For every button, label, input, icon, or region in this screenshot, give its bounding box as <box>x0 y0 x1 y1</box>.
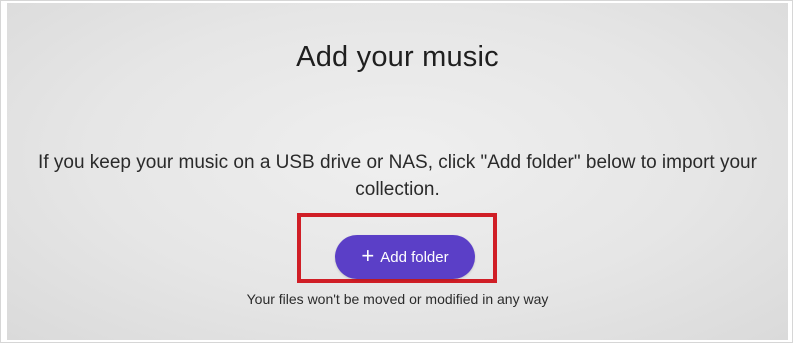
add-folder-label: Add folder <box>380 248 449 266</box>
page-title: Add your music <box>296 41 499 73</box>
files-safe-note: Your files won't be moved or modified in… <box>246 291 549 307</box>
add-music-screen: Add your music If you keep your music on… <box>7 3 788 340</box>
plus-icon: + <box>361 243 375 268</box>
screenshot-frame: Add your music If you keep your music on… <box>0 0 793 343</box>
description-text: If you keep your music on a USB drive or… <box>38 152 757 200</box>
add-folder-button[interactable]: + Add folder <box>335 235 475 279</box>
